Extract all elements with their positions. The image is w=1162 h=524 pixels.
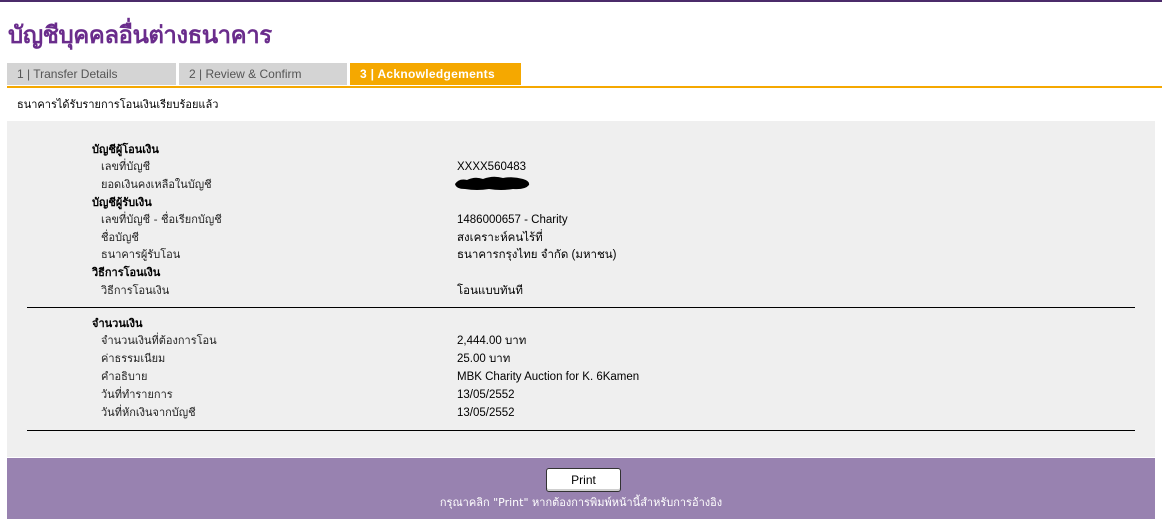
transfer-amount-label: จำนวนเงินที่ต้องการโอน <box>101 334 217 347</box>
tab-review-confirm[interactable]: 2 | Review & Confirm <box>179 63 347 85</box>
to-account-header: บัญชีผู้รับเงิน <box>92 196 152 209</box>
method-header: วิธีการโอนเงิน <box>92 266 161 279</box>
to-account-name-value: สงเคราะห์คนไร้ที่ <box>457 232 543 244</box>
acknowledgement-message: ธนาคารได้รับรายการโอนเงินเรียบร้อยแล้ว <box>17 98 219 111</box>
method-value: โอนแบบทันที <box>457 285 523 297</box>
fee-value: 25.00 บาท <box>457 353 511 365</box>
transaction-date-value: 13/05/2552 <box>457 389 515 401</box>
to-account-label: เลขที่บัญชี - ชื่อเรียกบัญชี <box>101 213 222 226</box>
from-account-header: บัญชีผู้โอนเงิน <box>92 143 159 156</box>
to-account-name-label: ชื่อบัญชี <box>101 231 139 244</box>
step-tabs: 1 | Transfer Details 2 | Review & Confir… <box>7 63 1162 87</box>
amount-header: จำนวนเงิน <box>92 317 143 330</box>
fee-label: ค่าธรรมเนียม <box>101 352 166 365</box>
redacted-balance <box>455 176 530 190</box>
description-value: MBK Charity Auction for K. 6Kamen <box>457 371 640 383</box>
transfer-amount-value: 2,444.00 บาท <box>457 335 527 347</box>
bottom-strip <box>0 519 1162 524</box>
debit-date-label: วันที่หักเงินจากบัญชี <box>101 406 196 419</box>
divider-bottom <box>27 430 1135 431</box>
print-note: กรุณาคลิก "Print" หากต้องการพิมพ์หน้านี้… <box>439 496 723 509</box>
from-account-number-value: XXXX560483 <box>457 161 527 173</box>
tab-transfer-details[interactable]: 1 | Transfer Details <box>7 63 176 85</box>
transaction-date-label: วันที่ทำรายการ <box>101 388 173 401</box>
bank-label: ธนาคารผู้รับโอน <box>101 248 181 261</box>
from-account-number-label: เลขที่บัญชี <box>101 160 151 173</box>
print-button[interactable]: Print <box>546 468 621 492</box>
divider <box>27 307 1135 308</box>
top-border <box>0 0 1162 2</box>
tab-acknowledgements[interactable]: 3 | Acknowledgements <box>350 63 521 85</box>
to-account-value: 1486000657 - Charity <box>457 214 568 226</box>
balance-label: ยอดเงินคงเหลือในบัญชี <box>101 178 212 191</box>
debit-date-value: 13/05/2552 <box>457 407 515 419</box>
method-label: วิธีการโอนเงิน <box>101 284 170 297</box>
page-title: บัญชีบุคคลอื่นต่างธนาคาร <box>8 21 272 49</box>
description-label: คำอธิบาย <box>101 370 148 383</box>
tab-underline <box>7 86 1162 88</box>
bank-value: ธนาคารกรุงไทย จำกัด (มหาชน) <box>457 249 617 261</box>
